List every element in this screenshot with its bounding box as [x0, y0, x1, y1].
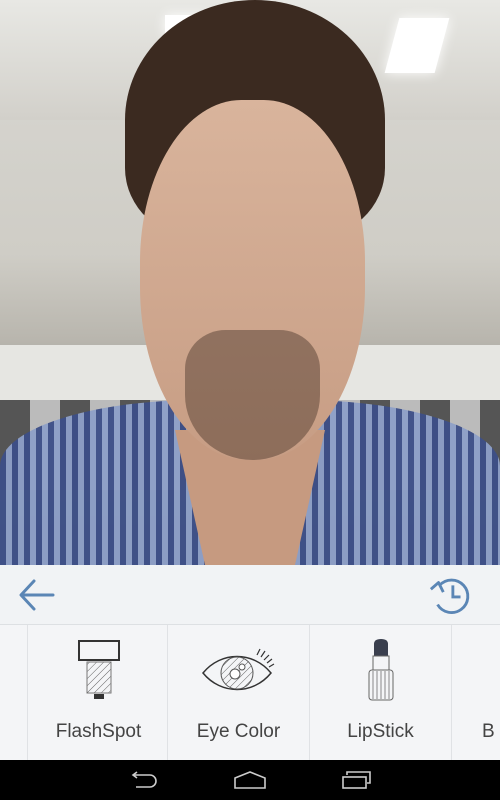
flash-icon	[77, 640, 120, 699]
tool-label: Eye Color	[196, 721, 281, 742]
tool-flashspot[interactable]: FlashSpot	[27, 625, 169, 760]
tool-strip[interactable]: FlashSpot Eye Color LipStick B	[0, 625, 500, 760]
arrow-left-icon	[19, 579, 55, 611]
tool-lipstick[interactable]: LipStick	[309, 625, 451, 760]
tool-label: B	[482, 721, 495, 742]
tool-label: LipStick	[347, 721, 414, 742]
tool-label: FlashSpot	[55, 721, 142, 742]
nav-back-button[interactable]	[123, 768, 163, 792]
history-button[interactable]	[428, 573, 472, 617]
toolbar	[0, 565, 500, 625]
eye-icon	[201, 648, 274, 691]
nav-recents-icon	[342, 771, 371, 789]
tool-eye-color[interactable]: Eye Color	[167, 625, 309, 760]
tool-partial[interactable]: B	[451, 625, 500, 760]
system-nav-bar	[0, 760, 500, 800]
nav-back-icon	[131, 771, 157, 788]
nav-home-icon	[234, 771, 266, 789]
photo-canvas[interactable]	[0, 0, 500, 565]
beard	[185, 330, 320, 460]
back-button[interactable]	[15, 573, 59, 617]
history-icon	[429, 578, 470, 614]
nav-home-button[interactable]	[230, 768, 270, 792]
lipstick-icon	[368, 639, 393, 701]
nav-recents-button[interactable]	[337, 768, 377, 792]
